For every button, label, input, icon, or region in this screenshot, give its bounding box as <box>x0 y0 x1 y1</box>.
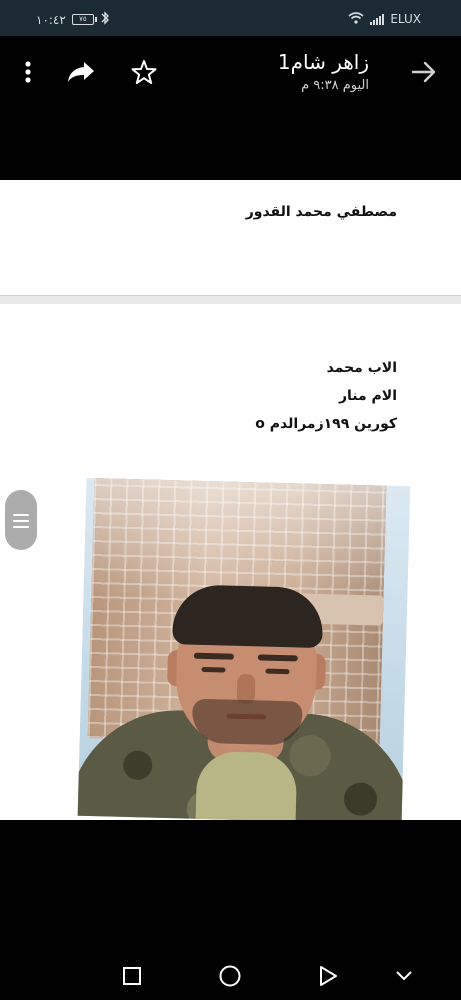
share-icon[interactable] <box>64 58 98 86</box>
wifi-icon <box>348 11 364 27</box>
message-text: مصطفي محمد القدور <box>245 204 397 220</box>
clock: ١٠:٤٢ <box>36 12 66 27</box>
photo-shirt <box>195 750 298 820</box>
father-line: الاب محمد <box>326 360 397 376</box>
empty-area <box>0 820 461 950</box>
signal-icon <box>370 13 385 25</box>
back-icon[interactable] <box>316 964 340 988</box>
divider <box>0 296 461 304</box>
side-drag-handle[interactable] <box>5 490 37 550</box>
arrow-forward-icon[interactable] <box>404 58 444 86</box>
more-vert-icon[interactable] <box>18 58 38 86</box>
photo-eye <box>201 666 226 673</box>
message-card-info: الاب محمد الام منار كورين ١٩٩زمرالدم o <box>0 304 461 820</box>
chat-title-block: زاهر شام1 اليوم ٩:٣٨ م <box>278 50 369 93</box>
photo-beard <box>191 698 303 746</box>
bluetooth-icon <box>100 11 110 28</box>
photo-eye <box>265 668 290 675</box>
status-bar: ١٠:٤٢ ٧٥ ELUX <box>0 0 461 36</box>
info-text: الاب محمد الام منار كورين ١٩٩زمرالدم o <box>255 360 397 444</box>
contact-name: زاهر شام1 <box>277 50 369 74</box>
home-icon[interactable] <box>218 964 242 988</box>
chat-header: زاهر شام1 اليوم ٩:٣٨ م <box>0 36 461 180</box>
message-time: اليوم ٩:٣٨ م <box>301 78 369 93</box>
status-left: ١٠:٤٢ ٧٥ <box>36 11 110 28</box>
hide-nav-icon[interactable] <box>392 964 416 988</box>
carrier-name: ELUX <box>390 12 421 26</box>
battery-icon: ٧٥ <box>71 14 97 25</box>
recent-apps-icon[interactable] <box>120 964 144 988</box>
message-card-name: مصطفي محمد القدور <box>0 180 461 296</box>
photo-hair <box>172 584 324 649</box>
battery-level: ٧٥ <box>79 15 87 23</box>
photo-mouth <box>226 713 267 720</box>
mother-line: الام منار <box>338 388 397 404</box>
status-right: ELUX <box>348 11 421 27</box>
star-icon[interactable] <box>128 58 160 86</box>
attached-photo[interactable] <box>77 477 411 820</box>
system-nav-bar <box>0 950 461 1000</box>
birth-blood-line: كورين ١٩٩زمرالدم o <box>255 416 397 432</box>
photo-brow <box>257 654 298 662</box>
photo-brow <box>193 652 234 660</box>
